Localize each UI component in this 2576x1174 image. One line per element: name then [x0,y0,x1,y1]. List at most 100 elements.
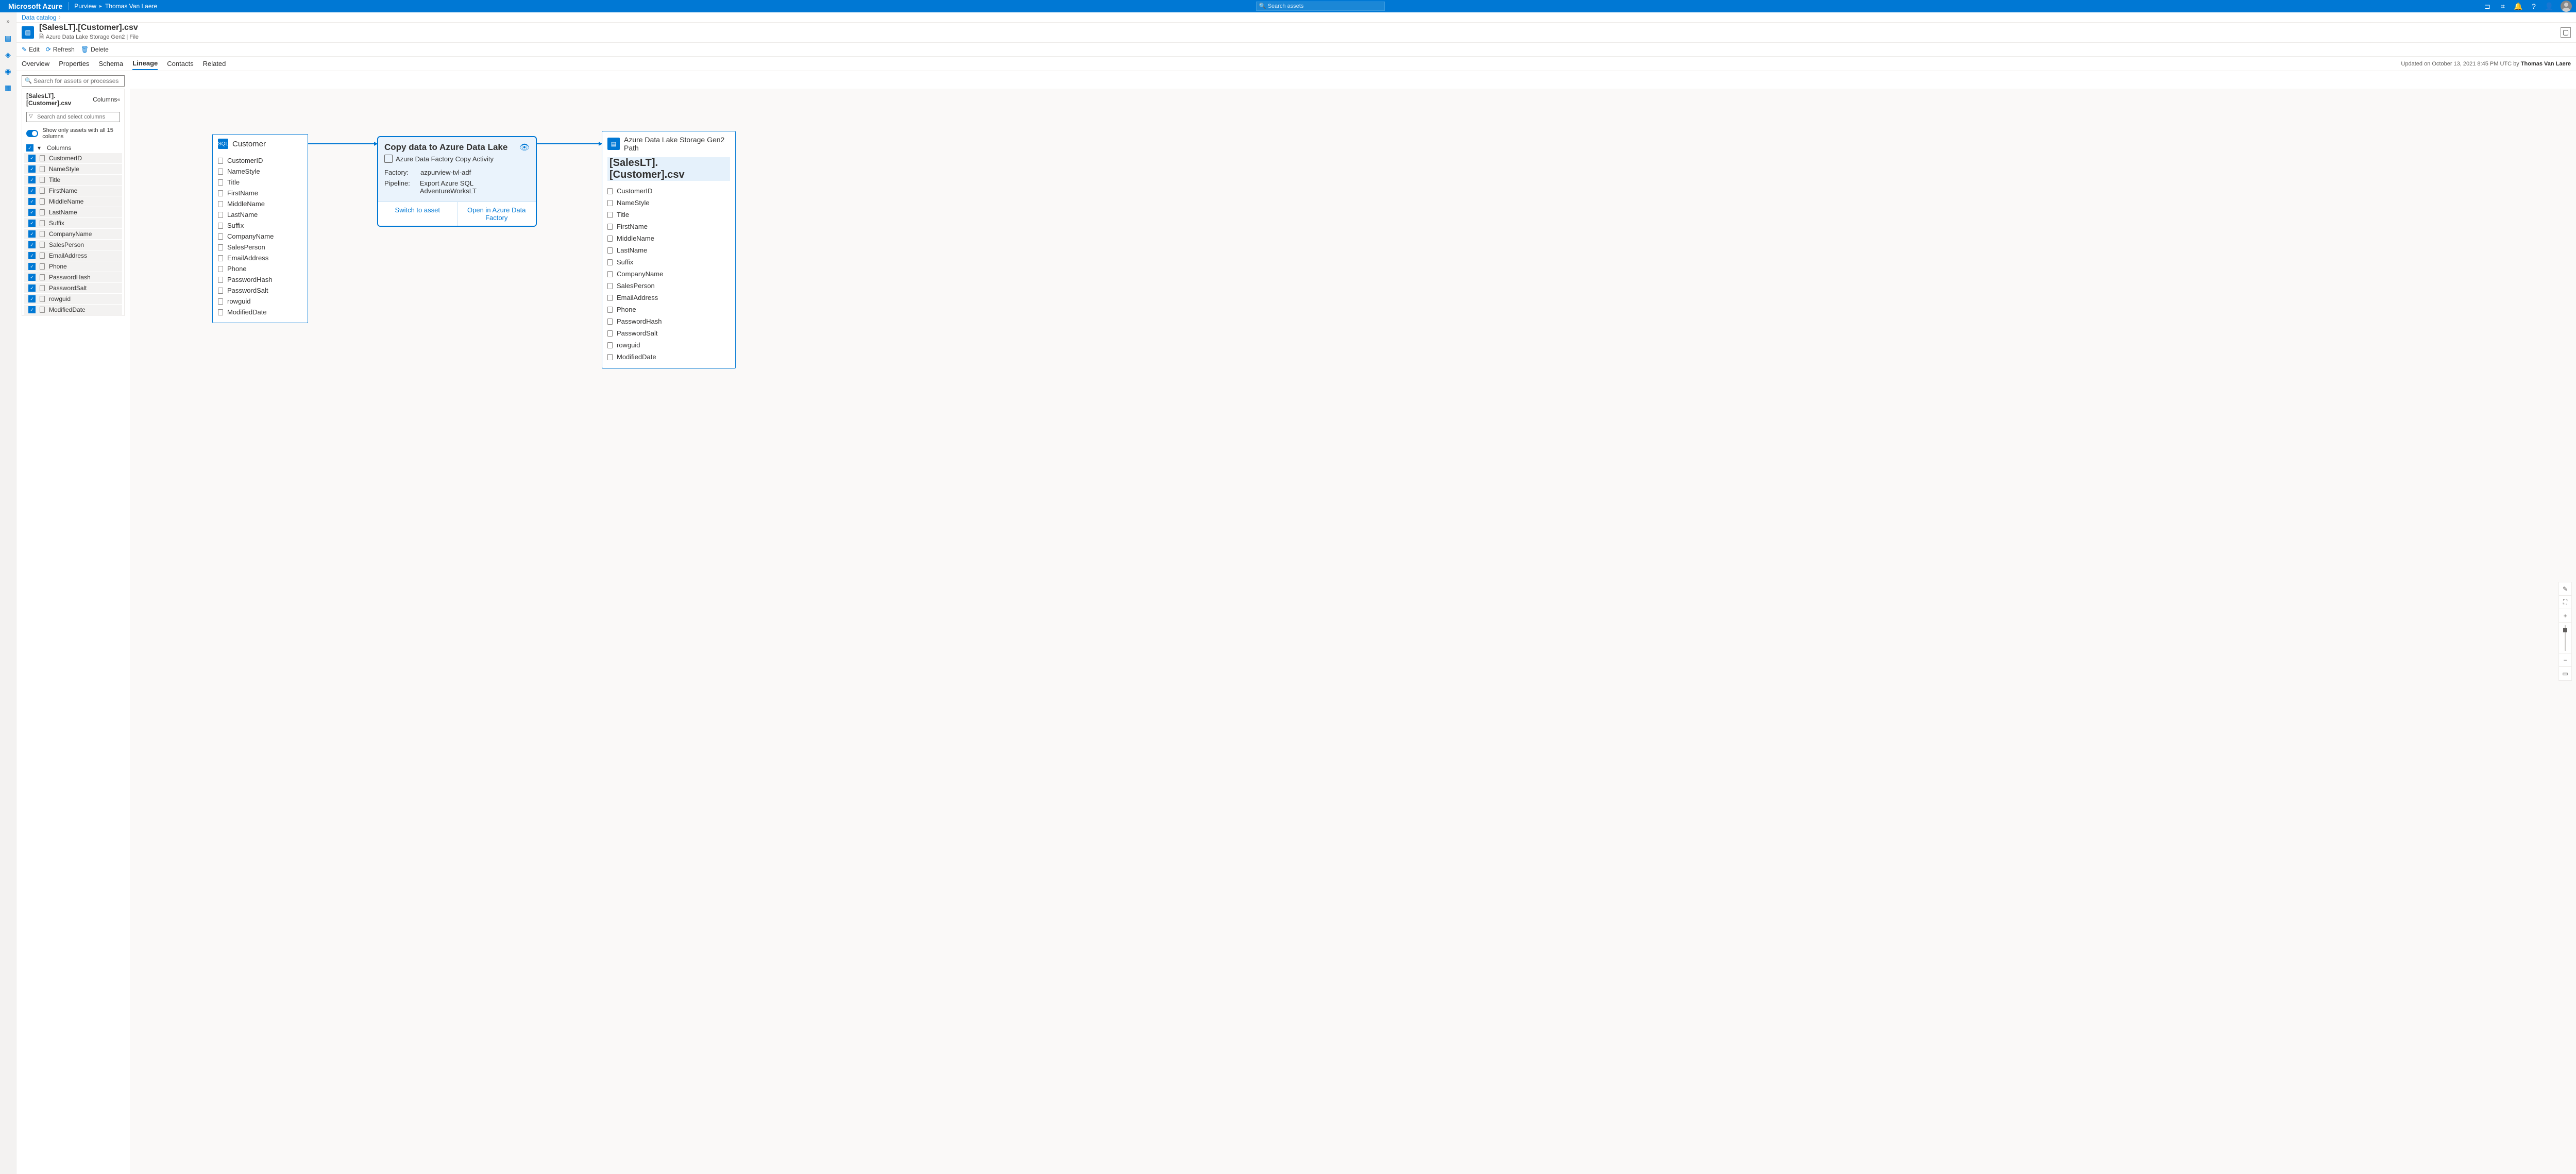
show-only-toggle[interactable] [26,130,38,137]
delete-button[interactable]: 🗑Delete [81,46,109,53]
column-checkbox-row[interactable]: ✓rowguid [24,294,122,304]
column-checkbox-row[interactable]: ✓ModifiedDate [24,305,122,315]
lineage-node-source[interactable]: SQL Customer CustomerIDNameStyleTitleFir… [212,134,308,323]
view-lineage-icon[interactable]: 👁 [519,142,530,153]
checkbox[interactable]: ✓ [28,230,36,238]
lineage-node-dest[interactable]: ▤ Azure Data Lake Storage Gen2 Path [Sal… [602,131,736,368]
reset-view-button[interactable]: ✎ [2559,582,2571,596]
column-checkbox-row[interactable]: ✓Title [24,175,122,185]
column-checkbox-row[interactable]: ✓CustomerID [24,153,122,163]
lineage-column[interactable]: Title [218,177,302,188]
lineage-column[interactable]: Suffix [218,220,302,231]
nav-management-icon[interactable]: ▦ [1,80,15,95]
switch-to-asset-button[interactable]: Switch to asset [378,202,457,226]
checkbox[interactable]: ✓ [28,274,36,281]
checkbox[interactable]: ✓ [26,144,33,152]
column-checkbox-row[interactable]: ✓PasswordSalt [24,283,122,293]
column-checkbox-row[interactable]: ✓Suffix [24,218,122,228]
lineage-column[interactable]: CompanyName [218,231,302,242]
lineage-column[interactable]: ModifiedDate [607,351,730,363]
checkbox[interactable]: ✓ [28,306,36,313]
column-checkbox-row[interactable]: ✓NameStyle [24,164,122,174]
column-checkbox-row[interactable]: ✓CompanyName [24,229,122,239]
lineage-column[interactable]: Phone [607,304,730,315]
checkbox[interactable]: ✓ [28,241,36,248]
lineage-column[interactable]: FirstName [607,221,730,232]
checkbox[interactable]: ✓ [28,198,36,205]
service-crumb[interactable]: Purview [71,3,99,10]
lineage-column[interactable]: PasswordHash [218,274,302,285]
lineage-column[interactable]: EmailAddress [218,253,302,263]
lineage-canvas[interactable]: SQL Customer CustomerIDNameStyleTitleFir… [130,89,2576,1174]
tab-schema[interactable]: Schema [98,58,123,70]
checkbox[interactable]: ✓ [28,165,36,173]
lineage-column[interactable]: rowguid [607,339,730,351]
open-in-adf-button[interactable]: Open in Azure Data Factory [457,202,536,226]
column-checkbox-row[interactable]: ✓EmailAddress [24,250,122,261]
feedback-icon[interactable]: ⊐ [2480,0,2495,12]
nav-insights-icon[interactable]: ◉ [1,64,15,78]
lineage-column[interactable]: SalesPerson [607,280,730,292]
user-crumb[interactable]: Thomas Van Laere [102,3,160,10]
lineage-activity-node[interactable]: Copy data to Azure Data Lake 👁 Azure Dat… [377,136,537,227]
checkbox[interactable]: ✓ [28,176,36,183]
column-checkbox-row[interactable]: ✓SalesPerson [24,240,122,250]
brand-link[interactable]: Microsoft Azure [4,2,66,10]
zoom-out-button[interactable]: − [2559,653,2571,667]
column-checkbox-row[interactable]: ✓PasswordHash [24,272,122,282]
tab-lineage[interactable]: Lineage [132,57,158,70]
refresh-button[interactable]: ⟳Refresh [46,46,75,53]
tab-overview[interactable]: Overview [22,58,49,70]
asset-search-input[interactable] [22,75,125,87]
lineage-column[interactable]: FirstName [218,188,302,198]
settings-icon[interactable]: 👤 [2542,0,2556,12]
lineage-column[interactable]: SalesPerson [218,242,302,253]
zoom-slider[interactable] [2559,623,2571,653]
lineage-column[interactable]: Title [607,209,730,221]
tab-contacts[interactable]: Contacts [167,58,193,70]
chevron-down-icon[interactable]: ▾ [38,144,43,152]
lineage-column[interactable]: MiddleName [607,232,730,244]
lineage-column[interactable]: NameStyle [218,166,302,177]
checkbox[interactable]: ✓ [28,295,36,303]
lineage-column[interactable]: EmailAddress [607,292,730,304]
lineage-column[interactable]: ModifiedDate [218,307,302,317]
zoom-in-button[interactable]: + [2559,609,2571,623]
lineage-column[interactable]: rowguid [218,296,302,307]
column-filter-input[interactable] [26,112,120,122]
lineage-column[interactable]: LastName [218,209,302,220]
checkbox[interactable]: ✓ [28,220,36,227]
lineage-column[interactable]: LastName [607,244,730,256]
nav-sources-icon[interactable]: ◈ [1,47,15,62]
column-checkbox-row[interactable]: ✓Phone [24,261,122,272]
global-search-input[interactable] [1256,2,1385,11]
lineage-column[interactable]: CustomerID [607,185,730,197]
tab-properties[interactable]: Properties [59,58,89,70]
column-checkbox-row[interactable]: ✓MiddleName [24,196,122,207]
lineage-column[interactable]: Phone [218,263,302,274]
checkbox[interactable]: ✓ [28,263,36,270]
nav-catalog-icon[interactable]: ▤ [1,31,15,45]
notifications-icon[interactable]: 🔔 [2511,0,2526,12]
checkbox[interactable]: ✓ [28,155,36,162]
lineage-column[interactable]: PasswordHash [607,315,730,327]
lineage-column[interactable]: CustomerID [218,155,302,166]
edit-button[interactable]: ✎Edit [22,46,40,53]
minimap-button[interactable]: ▭ [2559,667,2571,680]
checkbox[interactable]: ✓ [28,187,36,194]
lineage-column[interactable]: PasswordSalt [607,327,730,339]
fit-view-button[interactable]: ⛶ [2559,596,2571,609]
help-icon[interactable]: ? [2527,0,2541,12]
column-checkbox-row[interactable]: ✓FirstName [24,186,122,196]
checkbox[interactable]: ✓ [28,284,36,292]
tab-related[interactable]: Related [203,58,226,70]
checkbox[interactable]: ✓ [28,252,36,259]
expand-view-button[interactable]: ▢ [2561,27,2571,38]
directory-icon[interactable]: ⌗ [2496,0,2510,12]
collapse-panel-icon[interactable]: « [117,97,120,103]
lineage-column[interactable]: PasswordSalt [218,285,302,296]
avatar[interactable] [2561,1,2572,12]
breadcrumb-root[interactable]: Data catalog [22,14,56,21]
expand-nav-icon[interactable]: » [1,14,15,29]
lineage-column[interactable]: MiddleName [218,198,302,209]
